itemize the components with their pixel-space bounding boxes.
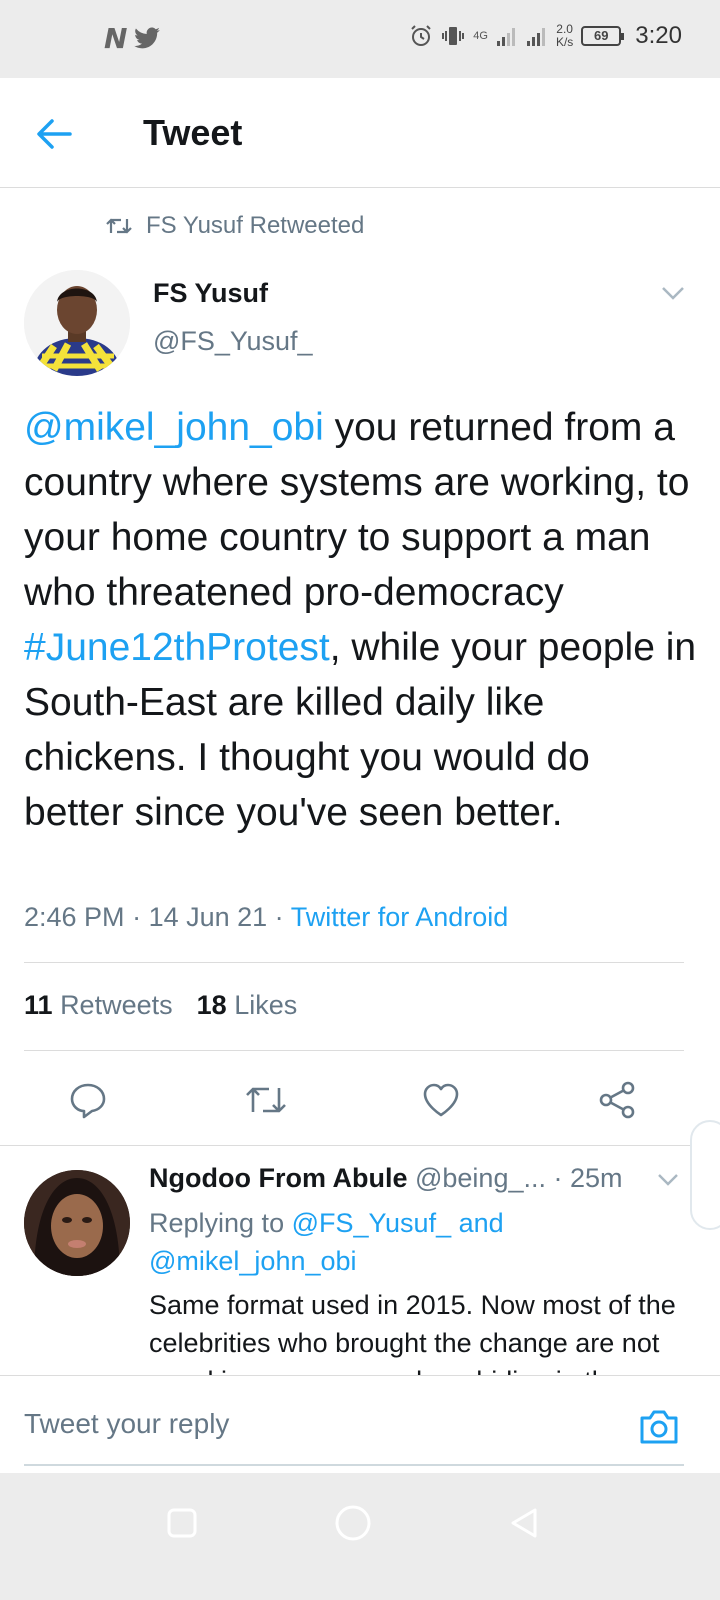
retweet-banner[interactable]: FS Yusuf Retweeted: [106, 212, 364, 240]
recents-button[interactable]: [160, 1501, 204, 1545]
share-button[interactable]: [589, 1072, 645, 1128]
square-icon: [167, 1508, 197, 1538]
tweet-meta: 2:46 PM · 14 Jun 21 · Twitter for Androi…: [24, 902, 508, 933]
composer-underline: [24, 1464, 684, 1466]
tweet-time: 2:46 PM: [24, 902, 125, 932]
meta-separator-2: ·: [267, 902, 291, 932]
reply-author-handle[interactable]: @being_...: [415, 1163, 546, 1193]
status-bar-left: N: [104, 22, 161, 55]
notification-icon: N: [104, 22, 128, 55]
author-name[interactable]: FS Yusuf: [153, 278, 268, 309]
status-bar: N 4G 2.0 K/s 69 3:20: [0, 0, 720, 78]
reply-text: Same format used in 2015. Now most of th…: [149, 1290, 676, 1378]
net-speed: 2.0 K/s: [556, 23, 573, 49]
like-button[interactable]: [413, 1072, 469, 1128]
reply-header: Ngodoo From Abule @being_... · 25m: [149, 1163, 623, 1194]
divider: [24, 1050, 684, 1051]
battery-icon: 69: [581, 26, 625, 46]
tweet-text: @mikel_john_obi you returned from a coun…: [24, 400, 700, 840]
reply-time: · 25m: [553, 1163, 623, 1193]
retweets-label: Retweets: [60, 990, 173, 1020]
reply-composer: [0, 1375, 720, 1473]
replying-user-link[interactable]: @FS_Yusuf_: [292, 1208, 452, 1238]
likes-label: Likes: [234, 990, 298, 1020]
status-time: 3:20: [635, 22, 682, 49]
retweets-count: 11: [24, 990, 53, 1020]
hashtag-link[interactable]: #June12thProtest: [24, 626, 330, 669]
home-button[interactable]: [331, 1501, 375, 1545]
page-header: Tweet: [0, 78, 720, 188]
twitter-icon: [134, 26, 161, 48]
alarm-icon: [411, 25, 431, 46]
arrow-left-icon[interactable]: [34, 114, 74, 154]
replying-user-link-2[interactable]: @mikel_john_obi: [149, 1246, 357, 1276]
page-title: Tweet: [143, 112, 243, 153]
mention-link[interactable]: @mikel_john_obi: [24, 406, 324, 449]
meta-separator: ·: [124, 902, 149, 932]
circle-icon: [335, 1505, 371, 1541]
divider: [24, 962, 684, 963]
reply-avatar[interactable]: [24, 1170, 130, 1276]
net-speed-unit: K/s: [555, 35, 574, 49]
likes-count: 18: [196, 990, 227, 1020]
reply-input[interactable]: [24, 1404, 584, 1444]
signal-icon-2: [526, 28, 545, 46]
reply-author-name[interactable]: Ngodoo From Abule: [149, 1163, 407, 1193]
chevron-down-icon[interactable]: [656, 1172, 680, 1188]
author-handle[interactable]: @FS_Yusuf_: [153, 326, 313, 357]
retweet-banner-text: FS Yusuf Retweeted: [146, 212, 365, 239]
replying-to: Replying to @FS_Yusuf_ and @mikel_john_ob…: [149, 1204, 689, 1280]
avatar-image: [24, 270, 130, 376]
side-handle[interactable]: [690, 1120, 720, 1230]
reply-button[interactable]: [60, 1072, 116, 1128]
camera-icon[interactable]: [638, 1408, 680, 1446]
back-button[interactable]: [502, 1501, 546, 1545]
triangle-back-icon: [511, 1508, 537, 1538]
tweet-date: 14 Jun 21: [148, 902, 268, 932]
replying-prefix: Replying to: [149, 1208, 292, 1238]
vibrate-icon: [442, 27, 465, 45]
network-type: 4G: [473, 30, 488, 42]
signal-icon: [496, 28, 515, 46]
divider: [0, 1145, 720, 1146]
tweet-actions: [0, 1072, 720, 1128]
retweet-button[interactable]: [238, 1072, 294, 1128]
tweet-source-link[interactable]: Twitter for Android: [291, 902, 509, 932]
share-icon: [599, 1081, 635, 1119]
status-bar-right: 4G 2.0 K/s 69 3:20: [409, 22, 682, 50]
reply-icon: [70, 1083, 106, 1119]
retweets-stat[interactable]: 11 Retweets: [24, 990, 173, 1021]
reply-avatar-image: [24, 1170, 130, 1276]
replying-and: and: [451, 1208, 504, 1238]
tweet-stats: 11 Retweets 18 Likes: [24, 990, 297, 1021]
likes-stat[interactable]: 18 Likes: [197, 990, 298, 1021]
retweet-icon: [106, 218, 132, 234]
chevron-down-icon[interactable]: [660, 284, 686, 302]
retweet-icon: [246, 1087, 286, 1113]
system-nav-bar: [0, 1473, 720, 1600]
avatar[interactable]: [24, 270, 130, 376]
heart-icon: [423, 1083, 459, 1117]
